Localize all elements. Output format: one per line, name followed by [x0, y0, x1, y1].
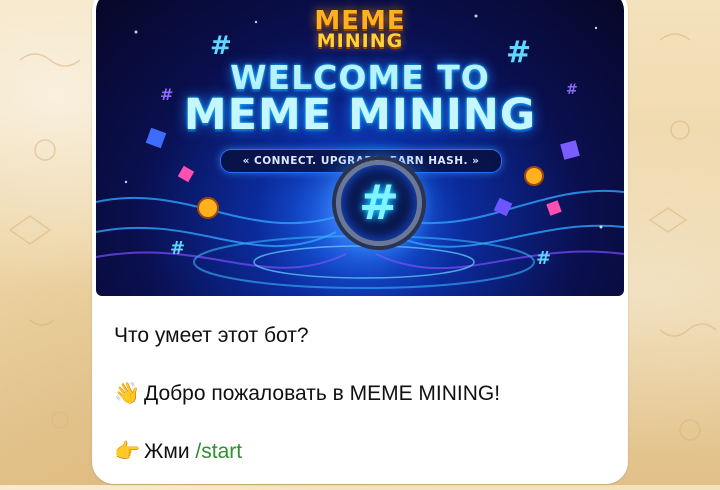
waving-hand-icon: 👋	[114, 382, 141, 405]
welcome-line: 👋 Добро пожаловать в MEME MINING!	[114, 382, 614, 406]
bot-banner-image: # # # # # # MEME MINING WELCOME TO MEME …	[96, 0, 624, 296]
bot-info-message: # # # # # # MEME MINING WELCOME TO MEME …	[92, 0, 628, 484]
start-line: 👉 Жми /start	[114, 440, 614, 464]
svg-text:#: #	[536, 248, 551, 269]
start-command-link[interactable]: /start	[195, 440, 242, 463]
bot-description-title: Что умеет этот бот?	[114, 324, 309, 347]
banner-headline-bottom: MEME MINING	[183, 90, 537, 140]
start-prefix: Жми	[144, 440, 190, 463]
svg-text:#: #	[170, 238, 185, 259]
pointing-hand-icon: 👉	[114, 440, 141, 463]
banner-logo-mining: MINING	[316, 30, 404, 52]
welcome-text: Добро пожаловать в MEME MINING!	[144, 382, 501, 405]
hash-emblem-icon: #	[336, 160, 422, 246]
